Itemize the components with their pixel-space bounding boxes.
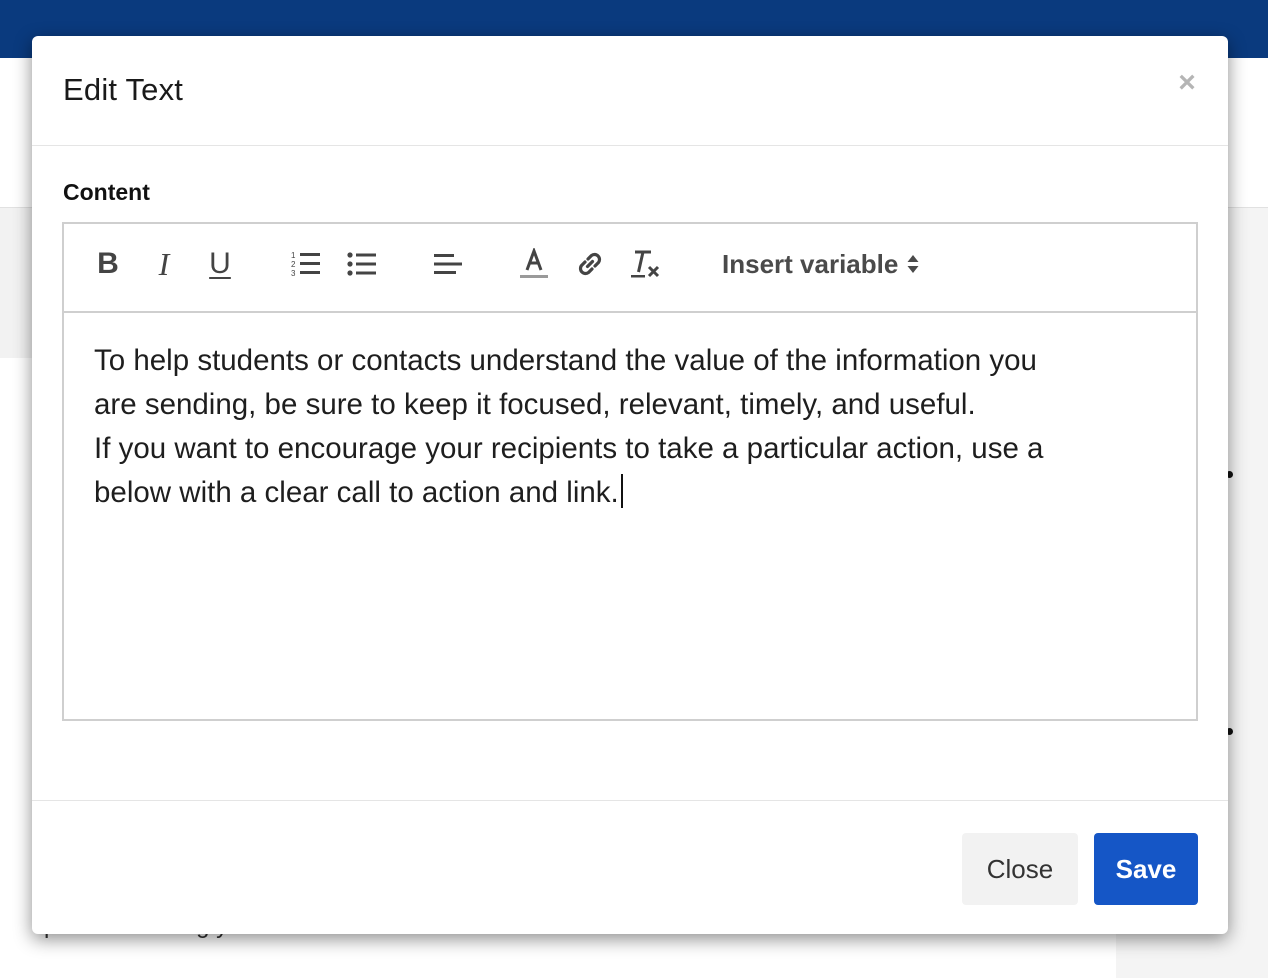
- insert-variable-select[interactable]: Insert variable: [722, 246, 920, 282]
- svg-text:2: 2: [291, 260, 296, 269]
- link-button[interactable]: [572, 246, 608, 282]
- italic-icon: I: [159, 246, 170, 282]
- close-button[interactable]: Close: [962, 833, 1078, 905]
- editor-content-area[interactable]: To help students or contacts understand …: [64, 313, 1196, 719]
- editor-text-line-last: below with a clear call to action and li…: [94, 471, 1166, 515]
- bold-button[interactable]: B: [90, 246, 126, 282]
- clear-format-button[interactable]: [628, 246, 664, 282]
- editor-text-line: below with a clear call to action and li…: [94, 476, 619, 509]
- editor-text-line: If you want to encourage your recipients…: [94, 427, 1166, 471]
- align-left-button[interactable]: [430, 246, 466, 282]
- editor-text-line: To help students or contacts understand …: [94, 339, 1166, 383]
- modal-footer: Close Save: [32, 800, 1228, 934]
- chevron-up-down-icon: [906, 253, 920, 275]
- svg-text:1: 1: [291, 251, 296, 260]
- bold-icon: B: [97, 246, 119, 282]
- align-left-icon: [433, 252, 463, 276]
- svg-text:3: 3: [291, 269, 296, 278]
- save-button[interactable]: Save: [1094, 833, 1198, 905]
- bullet-list-icon: [347, 251, 377, 277]
- clear-format-icon: [630, 248, 662, 280]
- text-color-icon: [519, 248, 549, 280]
- editor-toolbar: B I U 1 2 3: [64, 224, 1196, 313]
- content-label: Content: [63, 179, 150, 206]
- ordered-list-icon: 1 2 3: [291, 250, 321, 278]
- underline-icon: U: [209, 246, 231, 282]
- italic-button[interactable]: I: [146, 246, 182, 282]
- underline-button[interactable]: U: [202, 246, 238, 282]
- link-icon: [575, 249, 605, 279]
- ordered-list-button[interactable]: 1 2 3: [288, 246, 324, 282]
- text-color-button[interactable]: [516, 246, 552, 282]
- close-icon[interactable]: ×: [1174, 70, 1200, 96]
- modal-header: Edit Text ×: [32, 36, 1228, 146]
- rich-text-editor: B I U 1 2 3: [62, 222, 1198, 721]
- text-cursor: [621, 474, 623, 508]
- editor-text-line: are sending, be sure to keep it focused,…: [94, 383, 1166, 427]
- modal-title: Edit Text: [63, 72, 183, 108]
- bullet-list-button[interactable]: [344, 246, 380, 282]
- modal-body: Content B I U 1 2 3: [32, 146, 1228, 801]
- insert-variable-label: Insert variable: [722, 249, 898, 280]
- edit-text-modal: Edit Text × Content B I U 1 2 3: [32, 36, 1228, 934]
